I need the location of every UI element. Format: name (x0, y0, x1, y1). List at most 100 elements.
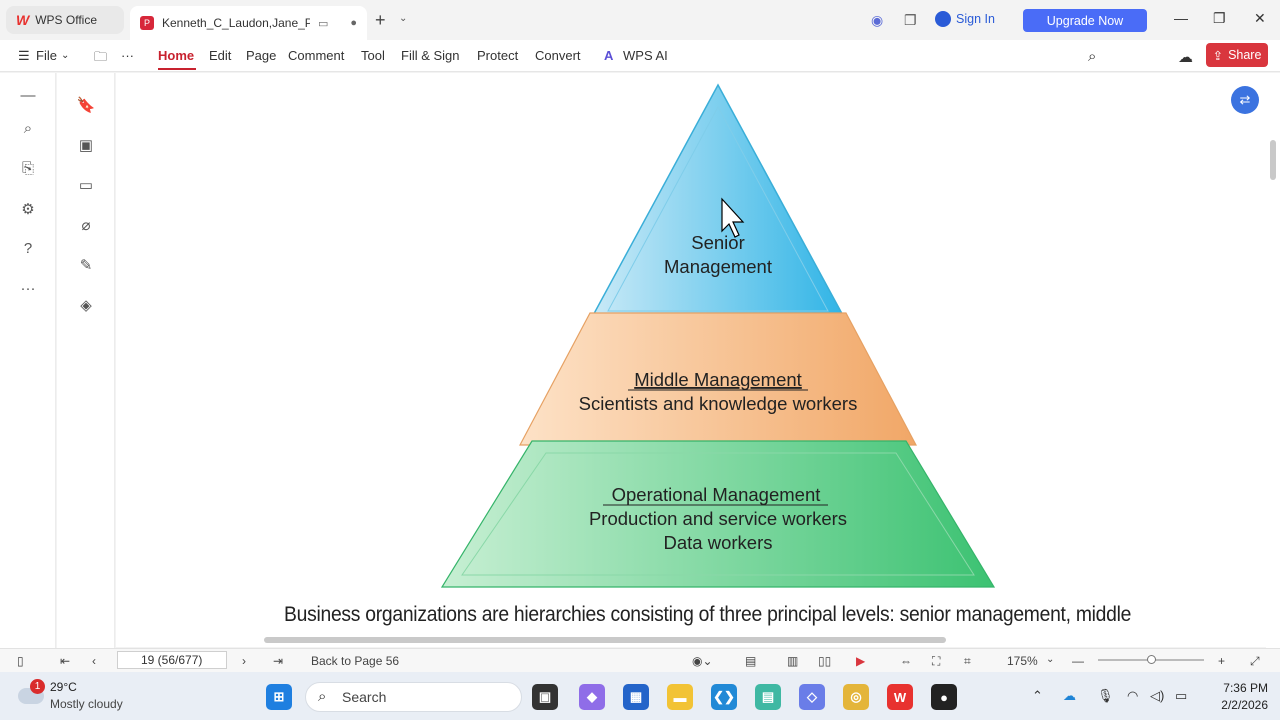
chevron-down-icon[interactable]: ⌄ (399, 13, 407, 24)
sign-in-button[interactable]: Sign In (935, 11, 995, 27)
eye-icon[interactable]: ◉⌄ (692, 654, 713, 668)
search-icon[interactable]: ⌕ (1088, 48, 1096, 65)
monitor-icon[interactable]: ▭ (318, 17, 328, 30)
zoom-out-icon[interactable]: — (1072, 654, 1084, 668)
document-canvas[interactable]: Senior Management Middle Management Scie… (116, 73, 1266, 633)
menu-page[interactable]: Page (246, 48, 276, 63)
tab-wps-office[interactable]: W WPS Office (6, 6, 124, 34)
collapse-icon[interactable]: — (0, 87, 56, 104)
weather-condition[interactable]: Mostly cloudy (50, 697, 123, 711)
chrome-icon[interactable]: ◎ (843, 684, 869, 710)
search-icon[interactable]: ⌕ (0, 120, 56, 137)
sidebar-toggle-icon[interactable]: ▯ (17, 654, 24, 668)
battery-icon[interactable]: ▭ (1175, 688, 1187, 704)
tray-overflow-icon[interactable]: ⌃ (1032, 688, 1043, 704)
title-bar: W WPS Office P Kenneth_C_Laudon,Jane_P_l… (0, 0, 1280, 40)
layers-icon[interactable]: ◈ (57, 296, 115, 314)
more-icon[interactable]: ··· (0, 280, 56, 297)
single-page-icon[interactable]: ▤ (745, 654, 756, 668)
menu-comment[interactable]: Comment (288, 48, 344, 63)
last-page-icon[interactable]: ⇥ (273, 654, 283, 668)
m365-icon[interactable]: ◇ (799, 684, 825, 710)
new-tab-icon[interactable]: + (375, 10, 386, 31)
bookmark-icon[interactable]: 🔖 (57, 96, 115, 114)
share-button[interactable]: ⇪ Share (1206, 43, 1268, 67)
taskbar-search[interactable]: ⌕ Search (305, 682, 522, 712)
folder-icon[interactable]: 🗀 (94, 48, 107, 70)
microphone-icon[interactable]: 🎙 (1097, 688, 1114, 704)
crop-icon[interactable]: ⌗ (964, 654, 971, 669)
back-to-page-link[interactable]: Back to Page 56 (311, 654, 399, 668)
share-label: Share (1228, 48, 1262, 62)
settings-slider-icon[interactable]: ⚙ (0, 200, 56, 218)
cloud-upload-icon[interactable]: ☁ (1178, 48, 1193, 66)
attachment-icon[interactable]: ⌀ (57, 216, 115, 234)
pdf-icon: P (140, 16, 154, 30)
hamburger-icon[interactable]: ☰ (18, 48, 30, 64)
first-page-icon[interactable]: ⇤ (60, 654, 70, 668)
vertical-scroll-thumb[interactable] (1270, 140, 1276, 180)
wps-ai-icon[interactable]: A (604, 48, 613, 63)
page-number-input[interactable]: 19 (56/677) (117, 651, 227, 669)
two-page-icon[interactable]: ▯▯ (818, 654, 831, 668)
search-icon: ⌕ (318, 688, 327, 705)
document-caption: Business organizations are hierarchies c… (284, 603, 1132, 626)
zoom-level[interactable]: 175% (1007, 654, 1038, 668)
menu-fill-sign[interactable]: Fill & Sign (401, 48, 460, 63)
copilot-icon[interactable]: ◆ (579, 684, 605, 710)
terminal-icon[interactable]: ▤ (755, 684, 781, 710)
fit-width-icon[interactable]: ⇔ (900, 654, 912, 668)
prev-page-icon[interactable]: ‹ (92, 654, 96, 668)
next-page-icon[interactable]: › (242, 654, 246, 668)
store-icon[interactable]: ▦ (623, 684, 649, 710)
upgrade-now-button[interactable]: Upgrade Now (1023, 9, 1147, 32)
vscode-icon[interactable]: ❮❯ (711, 684, 737, 710)
onedrive-icon[interactable]: ☁ (1063, 688, 1076, 704)
minimize-icon[interactable]: — (1174, 10, 1188, 26)
hierarchy-pyramid: Senior Management Middle Management Scie… (440, 83, 996, 588)
system-clock[interactable]: 7:36 PM 2/2/2026 (1208, 680, 1268, 714)
comment-icon[interactable]: ▭ (57, 176, 115, 194)
play-icon[interactable]: ▶ (856, 654, 865, 668)
translate-icon[interactable]: ⇄ (1231, 86, 1259, 114)
continuous-page-icon[interactable]: ▥ (787, 654, 798, 668)
zoom-slider-handle[interactable] (1147, 655, 1156, 664)
thumbnail-icon[interactable]: ▣ (57, 136, 115, 154)
menu-tool[interactable]: Tool (361, 48, 385, 63)
chevron-down-icon[interactable]: ⌄ (61, 50, 69, 61)
tab-document-label: Kenneth_C_Laudon,Jane_P_l (162, 16, 310, 30)
close-icon[interactable]: ✕ (1254, 10, 1266, 27)
weather-temperature[interactable]: 29°C (50, 680, 77, 694)
help-icon[interactable]: ? (0, 240, 56, 257)
volume-icon[interactable]: ◁) (1150, 688, 1164, 704)
menu-home[interactable]: Home (158, 48, 194, 63)
zoom-in-icon[interactable]: + (1218, 654, 1225, 668)
pyramid-senior-tier (588, 83, 848, 322)
menu-protect[interactable]: Protect (477, 48, 518, 63)
replace-icon[interactable]: ⎘ (0, 160, 56, 177)
file-explorer-icon[interactable]: ▬ (667, 684, 693, 710)
operational-title: Operational Management (612, 484, 821, 505)
signature-icon[interactable]: ✎ (57, 256, 115, 274)
task-view-icon[interactable]: ▣ (532, 684, 558, 710)
more-icon[interactable]: ··· (121, 48, 134, 63)
restore-icon[interactable]: ❐ (1213, 10, 1226, 27)
clock-date: 2/2/2026 (1221, 698, 1268, 712)
unsaved-dot-icon[interactable]: ● (350, 17, 357, 29)
menu-convert[interactable]: Convert (535, 48, 581, 63)
window-layout-icon[interactable]: ❐ (904, 12, 917, 29)
tab-document[interactable]: P Kenneth_C_Laudon,Jane_P_l ▭ ● (130, 6, 367, 40)
windows-start-icon[interactable]: ⊞ (266, 684, 292, 710)
fullscreen-icon[interactable]: ⤢ (1250, 654, 1260, 669)
wifi-icon[interactable]: ◠ (1127, 688, 1138, 704)
active-tab-indicator (158, 68, 196, 70)
assistant-icon[interactable]: ◉ (871, 12, 883, 29)
fit-page-icon[interactable]: ⛶ (932, 654, 940, 669)
chevron-down-icon[interactable]: ⌄ (1046, 654, 1054, 665)
menu-file[interactable]: File (36, 48, 57, 63)
obs-icon[interactable]: ● (931, 684, 957, 710)
menu-edit[interactable]: Edit (209, 48, 231, 63)
wps-taskbar-icon[interactable]: W (887, 684, 913, 710)
horizontal-scroll-thumb[interactable] (264, 637, 946, 643)
menu-wps-ai[interactable]: WPS AI (623, 48, 668, 63)
